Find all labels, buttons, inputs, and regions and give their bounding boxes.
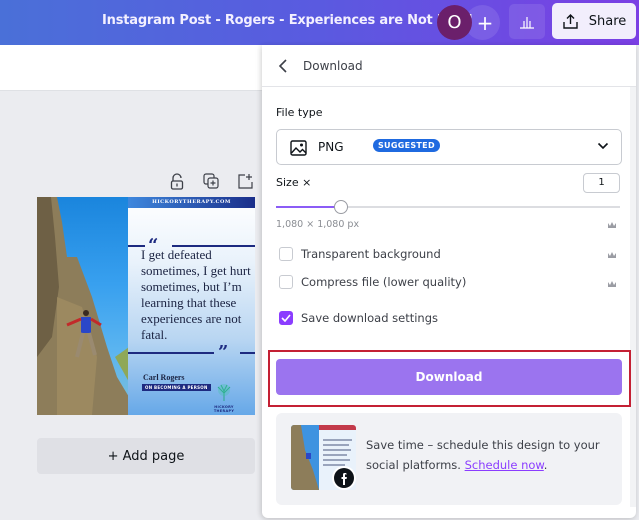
editor-toolbar [0,45,262,91]
panel-title: Download [303,59,363,73]
document-title[interactable]: Instagram Post - Rogers - Experiences ar… [102,13,472,28]
compress-file-checkbox[interactable] [279,275,293,289]
insights-button[interactable] [509,4,545,39]
file-type-value: PNG [318,140,344,154]
download-panel: Download File type PNG SUGGESTED Size × … [262,45,636,518]
quote-text: I get defeated sometimes, I get hurt som… [141,247,251,342]
rock-climber-image [37,197,129,415]
size-slider[interactable] [276,200,620,214]
slider-thumb[interactable] [334,200,349,214]
chevron-down-icon [597,142,609,150]
book-title: ON BECOMING A PERSON [142,384,211,391]
site-label: HICKORYTHERAPY.COM [128,197,255,208]
avatar[interactable]: O [437,5,472,40]
bar-chart-icon [520,16,534,29]
save-settings-checkbox[interactable] [279,311,293,325]
file-type-label: File type [276,106,323,119]
quote-rule [128,352,214,354]
save-settings-option[interactable]: Save download settings [279,309,438,327]
schedule-now-link[interactable]: Schedule now [465,458,544,472]
crown-icon [608,222,616,228]
author-name: Carl Rogers [143,373,185,382]
size-label: Size × [276,176,312,189]
back-button[interactable] [274,57,292,75]
add-page-icon [238,174,253,189]
option-label: Transparent background [301,247,441,261]
brand-name: HICKORY THERAPY [213,405,235,413]
thumbnail-image [291,425,356,490]
panel-header: Download [262,45,636,87]
option-label: Save download settings [301,311,439,325]
checkmark-icon [281,314,291,322]
share-button[interactable]: Share [552,3,636,39]
tree-icon [217,384,231,401]
duplicate-page-button[interactable] [202,172,220,190]
promo-text: Save time – schedule this design to your… [366,435,614,475]
transparent-background-option[interactable]: Transparent background [279,245,441,263]
page-actions [168,172,254,190]
quote-rule [240,352,255,354]
share-label: Share [588,13,627,29]
close-quote-mark: ” [218,342,229,363]
upload-icon [563,13,578,29]
top-bar: Instagram Post - Rogers - Experiences ar… [0,0,639,45]
brand-logo: HICKORY THERAPY [204,383,244,413]
dimensions-text: 1,080 × 1,080 px [276,219,360,230]
add-page-button[interactable]: + Add page [37,438,255,474]
design-canvas[interactable]: HICKORYTHERAPY.COM “ I get defeated some… [37,197,255,415]
promo-suffix: . [543,458,548,472]
size-input[interactable]: 1 [583,173,620,193]
add-page-icon-button[interactable] [236,172,254,190]
quote-panel: HICKORYTHERAPY.COM “ I get defeated some… [128,197,255,415]
option-label: Compress file (lower quality) [301,275,467,289]
file-type-select[interactable]: PNG SUGGESTED [276,129,622,165]
slider-fill [276,206,342,208]
duplicate-icon [203,173,219,189]
image-icon [290,140,307,156]
crown-icon [608,281,616,287]
download-button[interactable]: Download [276,359,622,395]
crown-icon [608,252,616,258]
unlock-icon [170,172,184,190]
compress-file-option[interactable]: Compress file (lower quality) [279,273,466,291]
transparent-background-checkbox[interactable] [279,247,293,261]
lock-page-button[interactable] [168,172,186,190]
suggested-badge: SUGGESTED [373,139,440,152]
design-thumbnail [291,425,356,490]
plus-icon: + [476,10,494,35]
chevron-left-icon [278,59,287,73]
climber-photo [37,197,129,415]
panel-scrollbar[interactable] [630,87,636,507]
schedule-promo: Save time – schedule this design to your… [276,413,622,505]
